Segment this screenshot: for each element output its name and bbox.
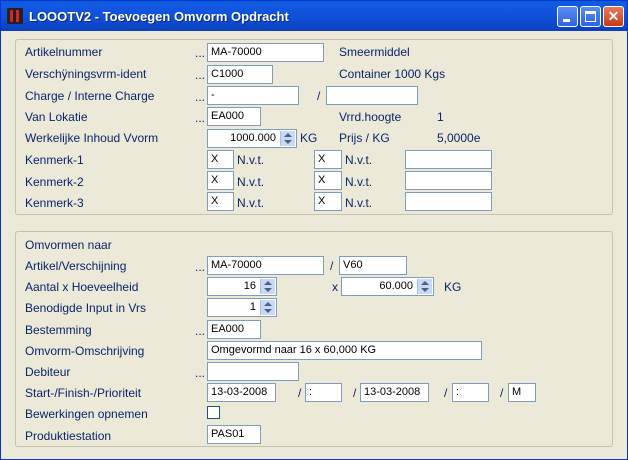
vrrd-hoogte-label: Vrrd.hoogte (339, 110, 402, 124)
kenmerk-1-code-a[interactable]: X (207, 150, 234, 169)
kenmerk-1-label: Kenmerk-1 (25, 153, 84, 167)
prijs-value: 5,0000e (437, 131, 481, 145)
minimize-button[interactable] (557, 6, 578, 27)
artikel-separator: / (330, 259, 334, 273)
kenmerk-3-label: Kenmerk-3 (25, 196, 84, 210)
spinner-arrows-icon[interactable] (280, 131, 295, 146)
hoeveelheid-value: 60.000 (379, 280, 413, 292)
artikel-verschijning-lookup[interactable]: ... (195, 260, 205, 274)
prioriteit-field[interactable]: M (508, 383, 536, 402)
app-icon (7, 8, 23, 24)
aantal-label: Aantal x Hoeveelheid (25, 280, 139, 294)
artikelnummer-label: Artikelnummer (25, 45, 103, 59)
verschijning-field[interactable]: C1000 (207, 65, 273, 84)
inhoud-label: Werkelijke Inhoud Vvorm (25, 131, 159, 145)
bewerkingen-checkbox[interactable] (207, 406, 220, 419)
charge-lookup[interactable]: ... (195, 90, 205, 104)
charge-label: Charge / Interne Charge (25, 89, 155, 103)
finish-time-field[interactable]: : (452, 383, 489, 402)
prijs-label: Prijs / KG (339, 131, 390, 145)
maximize-icon (585, 11, 596, 22)
bewerkingen-label: Bewerkingen opnemen (25, 407, 148, 421)
produktiestation-field[interactable]: PAS01 (207, 425, 261, 444)
lokatie-lookup[interactable]: ... (195, 111, 205, 125)
omschrijving-label: Omvorm-Omschrijving (25, 344, 145, 358)
kenmerk-2-label: Kenmerk-2 (25, 175, 84, 189)
lokatie-label: Van Lokatie (25, 110, 88, 124)
kenmerk-2-extra[interactable] (405, 171, 492, 190)
vrrd-hoogte-value: 1 (437, 110, 444, 124)
close-button[interactable]: ✕ (603, 6, 624, 27)
kenmerk-3-text-a: N.v.t. (237, 196, 265, 210)
inhoud-unit: KG (300, 131, 318, 145)
spinner-arrows-icon[interactable] (417, 279, 432, 294)
debiteur-lookup[interactable]: ... (195, 366, 205, 380)
close-icon: ✕ (607, 8, 620, 24)
kenmerk-3-code-b[interactable]: X (314, 192, 342, 211)
title-bar[interactable]: LOOOTV2 - Toevoegen Omvorm Opdracht ✕ (1, 1, 627, 31)
charge-field[interactable]: - (207, 86, 299, 105)
aantal-spinner[interactable]: 16 (207, 277, 277, 296)
aantal-value: 16 (243, 280, 256, 292)
bestemming-lookup[interactable]: ... (195, 324, 205, 338)
kenmerk-1-text-a: N.v.t. (237, 153, 265, 167)
kenmerk-1-extra[interactable] (405, 150, 492, 169)
kenmerk-2-code-b[interactable]: X (314, 171, 342, 190)
benodigde-input-value: 1 (249, 301, 256, 313)
benodigde-input-spinner[interactable]: 1 (207, 298, 277, 317)
maximize-button[interactable] (580, 6, 601, 27)
separator-2: / (353, 386, 357, 400)
times-sign: x (332, 280, 338, 294)
artikel-description: Smeermiddel (339, 45, 410, 59)
separator-3: / (444, 386, 448, 400)
kenmerk-1-code-b[interactable]: X (314, 150, 342, 169)
verschijning-description: Container 1000 Kgs (339, 67, 446, 81)
finish-date-field[interactable]: 13-03-2008 (360, 383, 429, 402)
kenmerk-2-text-a: N.v.t. (237, 175, 265, 189)
verschijning-label: Verschÿningsvrm-ident (25, 67, 147, 81)
kenmerk-3-extra[interactable] (405, 192, 492, 211)
inhoud-spinner[interactable]: 1000.000 (207, 129, 297, 148)
start-date-field[interactable]: 13-03-2008 (207, 383, 276, 402)
omschrijving-field[interactable]: Omgevormd naar 16 x 60,000 KG (207, 341, 482, 360)
verschijning-lookup[interactable]: ... (195, 68, 205, 82)
debiteur-label: Debiteur (25, 365, 71, 379)
inhoud-value: 1000.000 (230, 132, 276, 144)
lokatie-field[interactable]: EA000 (207, 107, 261, 126)
separator-1: / (298, 386, 302, 400)
kenmerk-1-text-b: N.v.t. (345, 153, 373, 167)
doel-artikel-field[interactable]: MA-70000 (207, 256, 324, 275)
doel-verschijning-field[interactable]: V60 (339, 256, 407, 275)
window-title: LOOOTV2 - Toevoegen Omvorm Opdracht (29, 9, 289, 24)
hoeveelheid-unit: KG (444, 280, 462, 294)
kenmerk-3-text-b: N.v.t. (345, 196, 373, 210)
start-time-field[interactable]: : (305, 383, 342, 402)
produktiestation-label: Produktiestation (25, 429, 112, 443)
bestemming-label: Bestemming (25, 323, 92, 337)
artikelnummer-lookup[interactable]: ... (195, 46, 205, 60)
kenmerk-3-code-a[interactable]: X (207, 192, 234, 211)
bestemming-field[interactable]: EA000 (207, 320, 261, 339)
interne-charge-field[interactable] (326, 86, 418, 105)
separator-4: / (500, 386, 504, 400)
hoeveelheid-spinner[interactable]: 60.000 (341, 277, 434, 296)
artikel-verschijning-label: Artikel/Verschijning (25, 259, 127, 273)
minimize-icon (563, 19, 570, 22)
spinner-arrows-icon[interactable] (260, 279, 275, 294)
kenmerk-2-code-a[interactable]: X (207, 171, 234, 190)
artikelnummer-field[interactable]: MA-70000 (207, 43, 324, 62)
start-finish-label: Start-/Finish-/Prioriteit (25, 386, 142, 400)
spinner-arrows-icon[interactable] (260, 300, 275, 315)
application-window: LOOOTV2 - Toevoegen Omvorm Opdracht ✕ Ar… (0, 0, 628, 460)
charge-separator: / (317, 89, 321, 103)
omvormen-naar-header: Omvormen naar (25, 238, 112, 252)
kenmerk-2-text-b: N.v.t. (345, 175, 373, 189)
benodigde-input-label: Benodigde Input in Vrs (25, 301, 146, 315)
debiteur-field[interactable] (207, 362, 299, 381)
